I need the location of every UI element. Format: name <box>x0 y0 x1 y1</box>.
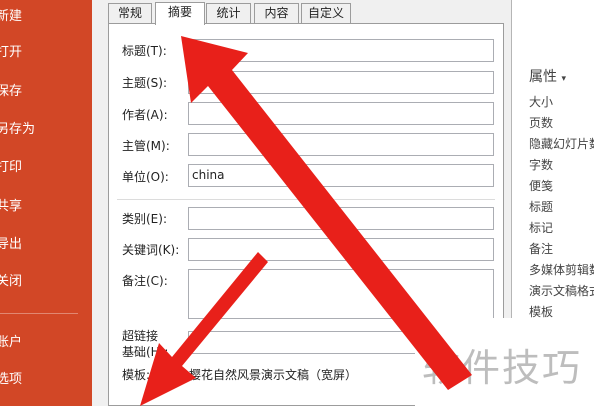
prop-presentation-format: 演示文稿格式 <box>529 284 594 298</box>
author-input[interactable] <box>188 102 494 125</box>
company-label: 单位(O): <box>122 170 169 184</box>
prop-pages: 页数 <box>529 116 554 130</box>
sidebar-item-new[interactable]: 新建 <box>0 4 92 30</box>
prop-hidden-slides: 隐藏幻灯片数 <box>529 137 594 151</box>
tab-statistics[interactable]: 统计 <box>206 3 251 23</box>
company-input[interactable]: china <box>188 164 494 187</box>
tab-contents[interactable]: 内容 <box>254 3 299 23</box>
author-label: 作者(A): <box>122 108 168 122</box>
title-input[interactable]: 布局 <box>188 39 494 62</box>
template-value: 樱花自然风景演示文稿（宽屏） <box>189 368 358 382</box>
watermark-text: 软件技巧 <box>422 346 583 390</box>
sidebar-item-print[interactable]: 打印 <box>0 155 92 181</box>
prop-size: 大小 <box>529 95 554 109</box>
template-label: 模板: <box>122 368 151 382</box>
field-group-divider <box>117 199 495 200</box>
subject-label: 主题(S): <box>122 76 168 90</box>
prop-words: 字数 <box>529 158 554 172</box>
sidebar-item-export[interactable]: 导出 <box>0 232 92 258</box>
keywords-input[interactable] <box>188 238 494 261</box>
prop-notes: 便笺 <box>529 179 554 193</box>
subject-input[interactable] <box>188 71 494 94</box>
properties-title[interactable]: 属性 ▾ <box>529 66 566 86</box>
prop-multimedia: 多媒体剪辑数 <box>529 263 594 277</box>
keywords-label: 关键词(K): <box>122 243 180 257</box>
sidebar-item-save[interactable]: 保存 <box>0 79 92 105</box>
hyperlink-label-line1: 超链接 <box>122 329 159 343</box>
backstage-sidebar: 新建 打开 保存 另存为 打印 共享 导出 关闭 账户 选项 <box>0 0 92 406</box>
sidebar-item-options[interactable]: 选项 <box>0 367 92 393</box>
category-input[interactable] <box>188 207 494 230</box>
comments-textarea[interactable] <box>188 269 494 319</box>
sidebar-item-close[interactable]: 关闭 <box>0 269 92 295</box>
hyperlink-label-line2: 基础(H): <box>122 345 169 359</box>
sidebar-divider <box>0 313 78 314</box>
manager-input[interactable] <box>188 133 494 156</box>
comments-label: 备注(C): <box>122 274 168 288</box>
tab-custom[interactable]: 自定义 <box>301 3 351 23</box>
manager-label: 主管(M): <box>122 139 170 153</box>
prop-comments: 备注 <box>529 242 554 256</box>
title-label: 标题(T): <box>122 44 167 58</box>
category-label: 类别(E): <box>122 212 167 226</box>
sidebar-item-save-as[interactable]: 另存为 <box>0 117 92 143</box>
sidebar-item-account[interactable]: 账户 <box>0 330 92 356</box>
caret-down-icon: ▾ <box>561 74 566 84</box>
sidebar-item-open[interactable]: 打开 <box>0 40 92 66</box>
tab-summary[interactable]: 摘要 <box>155 2 205 25</box>
prop-title: 标题 <box>529 200 554 214</box>
prop-tags: 标记 <box>529 221 554 235</box>
tab-general[interactable]: 常规 <box>108 3 152 23</box>
sidebar-item-share[interactable]: 共享 <box>0 194 92 220</box>
